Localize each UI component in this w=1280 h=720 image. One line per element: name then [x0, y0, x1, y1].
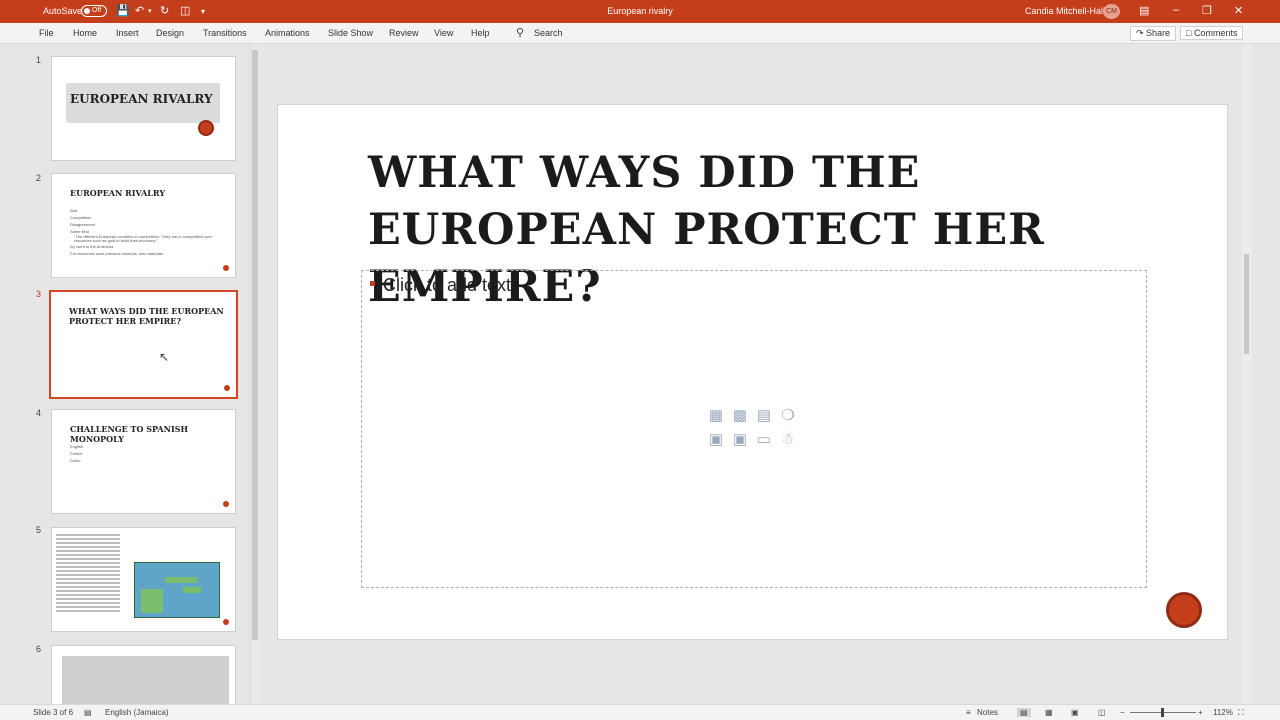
thumbnail-number: 3 — [36, 289, 42, 299]
insert-3d-model-icon[interactable]: ❍ — [779, 407, 797, 425]
tab-animations[interactable]: Animations — [265, 28, 310, 38]
slide-position: Slide 3 of 6 — [33, 708, 74, 717]
bullet-text: Ivy went to the Americas — [70, 244, 114, 249]
scrollbar-thumb[interactable] — [1244, 254, 1249, 354]
bullet-marker — [370, 281, 375, 286]
ribbon-display-icon[interactable]: ▤ — [1139, 4, 1149, 17]
slide-thumbnail-2[interactable]: European Rivalry War Competition Disagre… — [51, 173, 236, 278]
placeholder-text[interactable]: Click to add text — [383, 275, 511, 296]
zoom-out-icon[interactable]: − — [1120, 708, 1125, 717]
slide-thumbnail-pane: 1 European Rivalry 2 European Rivalry Wa… — [0, 44, 260, 704]
zoom-level[interactable]: 112% — [1213, 708, 1233, 717]
scrollbar-thumb[interactable] — [252, 50, 258, 640]
decorative-dot — [223, 501, 229, 507]
tab-insert[interactable]: Insert — [116, 28, 139, 38]
slide-show-icon[interactable]: ◫ — [1098, 708, 1106, 717]
tab-design[interactable]: Design — [156, 28, 184, 38]
slide-thumbnail-4[interactable]: Challenge to Spanish monopoly English Fr… — [51, 409, 236, 514]
insert-video-icon[interactable]: ▭ — [755, 431, 773, 449]
search-input[interactable]: Search — [534, 28, 563, 38]
decorative-dot — [223, 265, 229, 271]
avatar[interactable]: CM — [1103, 4, 1120, 19]
slide-thumbnail-6[interactable] — [51, 645, 236, 704]
restore-icon[interactable]: ❐ — [1202, 4, 1212, 17]
reading-view-icon[interactable]: ▣ — [1071, 708, 1079, 717]
thumbnail-number: 6 — [36, 644, 42, 654]
thumbnail-scrollbar[interactable] — [250, 44, 259, 704]
tab-transitions[interactable]: Transitions — [203, 28, 247, 38]
slide-sorter-icon[interactable]: ▦ — [1045, 708, 1053, 717]
thumbnail-number: 5 — [36, 525, 42, 535]
title-bar: AutoSave Off 💾 ↶ ▾ ↻ ◫ ▾ European rivalr… — [0, 0, 1280, 23]
ribbon-tabs: File Home Insert Design Transitions Anim… — [0, 23, 1280, 44]
tab-help[interactable]: Help — [471, 28, 490, 38]
thumbnail-title: European Rivalry — [70, 92, 213, 106]
comments-button[interactable]: □ Comments — [1180, 26, 1244, 40]
thumbnail-number: 4 — [36, 408, 42, 418]
tab-home[interactable]: Home — [73, 28, 97, 38]
minimize-icon[interactable]: – — [1173, 4, 1179, 16]
insert-chart-icon[interactable]: ▩ — [731, 407, 749, 425]
mouse-cursor-icon: ↖ — [159, 350, 170, 364]
tab-slide-show[interactable]: Slide Show — [328, 28, 373, 38]
thumbnail-bullets: English French Dutch — [70, 443, 83, 464]
insert-picture-icon[interactable]: ▣ — [707, 431, 725, 449]
share-label: Share — [1146, 28, 1171, 38]
thumbnail-title: Challenge to Spanish monopoly — [70, 424, 189, 444]
tab-file[interactable]: File — [39, 28, 54, 38]
status-bar: Slide 3 of 6 ▤ English (Jamaica) ≡ Notes… — [0, 704, 1280, 720]
normal-view-icon[interactable]: ▤ — [1017, 708, 1031, 717]
comments-label: Comments — [1193, 28, 1238, 38]
thumbnail-bullets: War Competition Disagreement Same field … — [70, 207, 214, 257]
user-name[interactable]: Candia Mitchell-Hall — [1025, 6, 1105, 16]
slide-scrollbar[interactable] — [1242, 44, 1252, 704]
document-text-image — [56, 532, 120, 628]
content-placeholder[interactable]: Click to add text ▦ ▩ ▤ ❍ ▣ ▣ ▭ ☃ — [361, 270, 1147, 588]
close-icon[interactable]: ✕ — [1234, 4, 1243, 17]
insert-content-icons: ▦ ▩ ▤ ❍ ▣ ▣ ▭ ☃ — [707, 407, 803, 455]
bullet-text: Disagreement — [70, 222, 95, 227]
bullet-text: Dutch — [70, 458, 81, 463]
zoom-in-icon[interactable]: + — [1198, 708, 1203, 717]
slide-thumbnail-1[interactable]: European Rivalry — [51, 56, 236, 161]
bullet-text: “The different European countries in com… — [74, 234, 212, 243]
bullet-text: French — [70, 451, 83, 456]
current-slide[interactable]: WHAT WAYS DID THE EUROPEAN PROTECT HER E… — [277, 104, 1228, 640]
thumbnail-title: European Rivalry — [70, 188, 166, 198]
slide-thumbnail-5[interactable] — [51, 527, 236, 632]
caribbean-map-image — [134, 562, 220, 618]
slide-thumbnail-3[interactable]: What ways did the European protect her e… — [49, 290, 238, 399]
insert-icons-icon[interactable]: ☃ — [779, 431, 797, 449]
bullet-text: For resources such precious minerals, ra… — [70, 251, 164, 256]
thumbnail-title: What ways did the European protect her e… — [69, 306, 224, 326]
zoom-slider-handle[interactable] — [1161, 708, 1164, 717]
title-banner: European Rivalry — [66, 83, 220, 123]
insert-smartart-icon[interactable]: ▤ — [755, 407, 773, 425]
accessibility-icon[interactable]: ▤ — [84, 708, 92, 717]
decorative-dot — [224, 385, 230, 391]
comment-icon: □ — [1186, 28, 1194, 38]
insert-table-icon[interactable]: ▦ — [707, 407, 725, 425]
fit-to-window-icon[interactable]: ⛶ — [1238, 708, 1244, 718]
insert-online-picture-icon[interactable]: ▣ — [731, 431, 749, 449]
bullet-text: English — [70, 444, 84, 449]
thumbnail-number: 2 — [36, 173, 42, 183]
bullet-text: War — [70, 208, 78, 213]
language[interactable]: English (Jamaica) — [105, 708, 169, 717]
notes-button[interactable]: Notes — [977, 708, 998, 717]
document-photo-image — [62, 656, 229, 704]
thumbnail-number: 1 — [36, 55, 42, 65]
share-button[interactable]: ↷ Share — [1130, 26, 1177, 41]
tab-view[interactable]: View — [434, 28, 453, 38]
decorative-circle — [198, 120, 214, 136]
share-icon: ↷ — [1136, 28, 1147, 38]
notes-icon[interactable]: ≡ — [966, 708, 971, 717]
bullet-text: Competition — [70, 215, 92, 220]
tab-review[interactable]: Review — [389, 28, 419, 38]
decorative-circle — [1166, 592, 1202, 628]
search-icon[interactable]: ⚲ — [516, 26, 524, 39]
decorative-dot — [223, 619, 229, 625]
